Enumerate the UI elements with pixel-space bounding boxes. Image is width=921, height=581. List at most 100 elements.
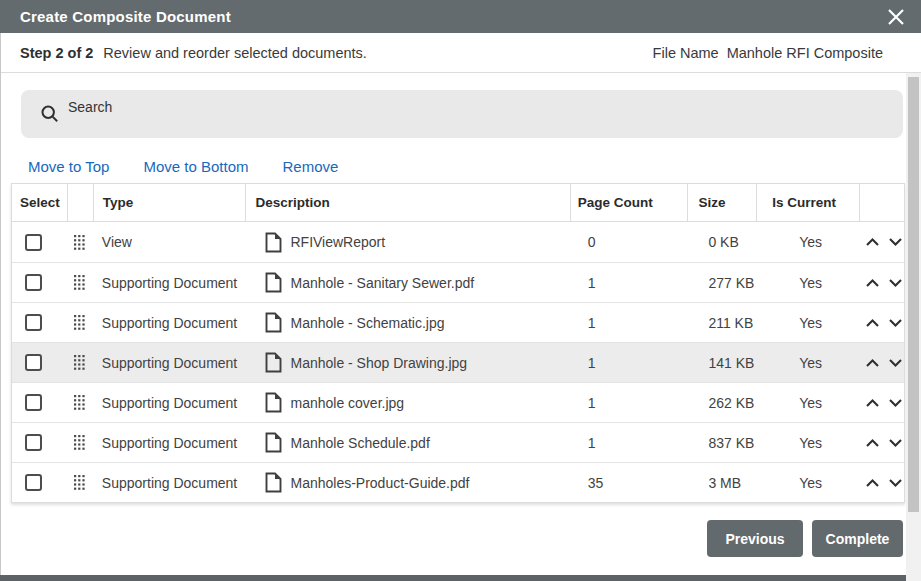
row-description-cell: Manhole Schedule.pdf xyxy=(245,423,569,462)
row-checkbox[interactable] xyxy=(25,474,42,491)
row-is-current: Yes xyxy=(756,222,859,262)
step-row: Step 2 of 2 Review and reorder selected … xyxy=(0,33,921,73)
row-size: 0 KB xyxy=(687,222,756,262)
row-checkbox[interactable] xyxy=(25,314,42,331)
drag-handle-icon[interactable] xyxy=(74,355,85,370)
table-body: ViewRFIViewReport00 KBYesSupporting Docu… xyxy=(12,222,904,502)
table-header: Select Type Description Page Count Size … xyxy=(12,184,904,222)
step-label: Step 2 of 2 xyxy=(20,45,93,61)
move-up-icon[interactable] xyxy=(865,438,880,448)
row-select-cell xyxy=(12,463,67,502)
drag-handle-icon[interactable] xyxy=(74,235,85,250)
row-size: 211 KB xyxy=(687,303,756,342)
row-description-cell: Manhole - Sanitary Sewer.pdf xyxy=(245,263,569,302)
scrollbar-thumb[interactable] xyxy=(908,77,919,512)
move-up-icon[interactable] xyxy=(865,398,880,408)
dialog-titlebar: Create Composite Document xyxy=(0,0,921,33)
column-header-is-current: Is Current xyxy=(756,184,859,221)
complete-button[interactable]: Complete xyxy=(812,520,903,557)
row-reorder-cell xyxy=(859,222,904,262)
remove-button[interactable]: Remove xyxy=(283,158,339,175)
document-icon xyxy=(265,472,282,493)
drag-handle-icon[interactable] xyxy=(74,435,85,450)
table-row[interactable]: Supporting DocumentManhole Schedule.pdf1… xyxy=(12,422,904,462)
close-button[interactable] xyxy=(885,6,907,28)
drag-handle-icon[interactable] xyxy=(74,475,85,490)
row-checkbox[interactable] xyxy=(25,274,42,291)
row-checkbox[interactable] xyxy=(25,394,42,411)
row-select-cell xyxy=(12,423,67,462)
column-header-select: Select xyxy=(12,184,67,221)
drag-handle-icon[interactable] xyxy=(74,395,85,410)
column-header-description: Description xyxy=(245,184,569,221)
row-drag-cell xyxy=(67,463,93,502)
table-row[interactable]: ViewRFIViewReport00 KBYes xyxy=(12,222,904,262)
drag-handle-icon[interactable] xyxy=(74,315,85,330)
move-down-icon[interactable] xyxy=(888,398,903,408)
move-up-icon[interactable] xyxy=(865,278,880,288)
move-down-icon[interactable] xyxy=(888,358,903,368)
table-row[interactable]: Supporting Documentmanhole cover.jpg1262… xyxy=(12,382,904,422)
row-reorder-cell xyxy=(859,343,904,382)
move-up-icon[interactable] xyxy=(865,478,880,488)
move-to-top-button[interactable]: Move to Top xyxy=(28,158,109,175)
row-reorder-cell xyxy=(859,423,904,462)
move-down-icon[interactable] xyxy=(888,438,903,448)
row-description-cell: RFIViewReport xyxy=(245,222,569,262)
dialog-bottom-border xyxy=(0,575,906,581)
row-checkbox[interactable] xyxy=(25,234,42,251)
document-icon xyxy=(265,272,282,293)
move-down-icon[interactable] xyxy=(888,278,903,288)
table-row[interactable]: Supporting DocumentManhole - Shop Drawin… xyxy=(12,342,904,382)
row-checkbox[interactable] xyxy=(25,434,42,451)
documents-table: Select Type Description Page Count Size … xyxy=(11,183,905,503)
row-is-current: Yes xyxy=(756,303,859,342)
row-drag-cell xyxy=(67,423,93,462)
row-page-count: 1 xyxy=(570,263,688,302)
move-down-icon[interactable] xyxy=(888,318,903,328)
document-icon xyxy=(265,352,282,373)
row-description-cell: Manhole - Shop Drawing.jpg xyxy=(245,343,569,382)
document-icon xyxy=(265,392,282,413)
row-drag-cell xyxy=(67,263,93,302)
row-description-cell: Manholes-Product-Guide.pdf xyxy=(245,463,569,502)
column-header-type: Type xyxy=(93,184,246,221)
row-size: 277 KB xyxy=(687,263,756,302)
row-description: manhole cover.jpg xyxy=(290,395,404,411)
document-icon xyxy=(265,432,282,453)
search-icon xyxy=(40,104,60,124)
row-type: Supporting Document xyxy=(93,423,246,462)
row-select-cell xyxy=(12,303,67,342)
row-type: Supporting Document xyxy=(93,343,246,382)
row-is-current: Yes xyxy=(756,463,859,502)
row-page-count: 35 xyxy=(570,463,688,502)
table-row[interactable]: Supporting DocumentManhole - Sanitary Se… xyxy=(12,262,904,302)
column-header-drag xyxy=(67,184,93,221)
move-down-icon[interactable] xyxy=(888,237,903,247)
row-page-count: 1 xyxy=(570,343,688,382)
document-icon xyxy=(265,232,282,253)
dialog-title: Create Composite Document xyxy=(20,8,231,25)
row-size: 141 KB xyxy=(687,343,756,382)
table-row[interactable]: Supporting DocumentManholes-Product-Guid… xyxy=(12,462,904,502)
move-up-icon[interactable] xyxy=(865,237,880,247)
move-down-icon[interactable] xyxy=(888,478,903,488)
drag-handle-icon[interactable] xyxy=(74,275,85,290)
move-up-icon[interactable] xyxy=(865,318,880,328)
previous-button[interactable]: Previous xyxy=(707,520,803,557)
row-is-current: Yes xyxy=(756,383,859,422)
row-select-cell xyxy=(12,383,67,422)
search-input[interactable]: Search xyxy=(21,90,903,138)
file-name-label: File Name xyxy=(653,45,719,61)
row-size: 837 KB xyxy=(687,423,756,462)
row-checkbox[interactable] xyxy=(25,354,42,371)
vertical-scrollbar[interactable] xyxy=(906,73,921,581)
close-icon xyxy=(886,7,906,27)
row-drag-cell xyxy=(67,222,93,262)
row-type: Supporting Document xyxy=(93,303,246,342)
move-up-icon[interactable] xyxy=(865,358,880,368)
move-to-bottom-button[interactable]: Move to Bottom xyxy=(143,158,248,175)
table-row[interactable]: Supporting DocumentManhole - Schematic.j… xyxy=(12,302,904,342)
column-header-size: Size xyxy=(687,184,756,221)
row-type: Supporting Document xyxy=(93,383,246,422)
